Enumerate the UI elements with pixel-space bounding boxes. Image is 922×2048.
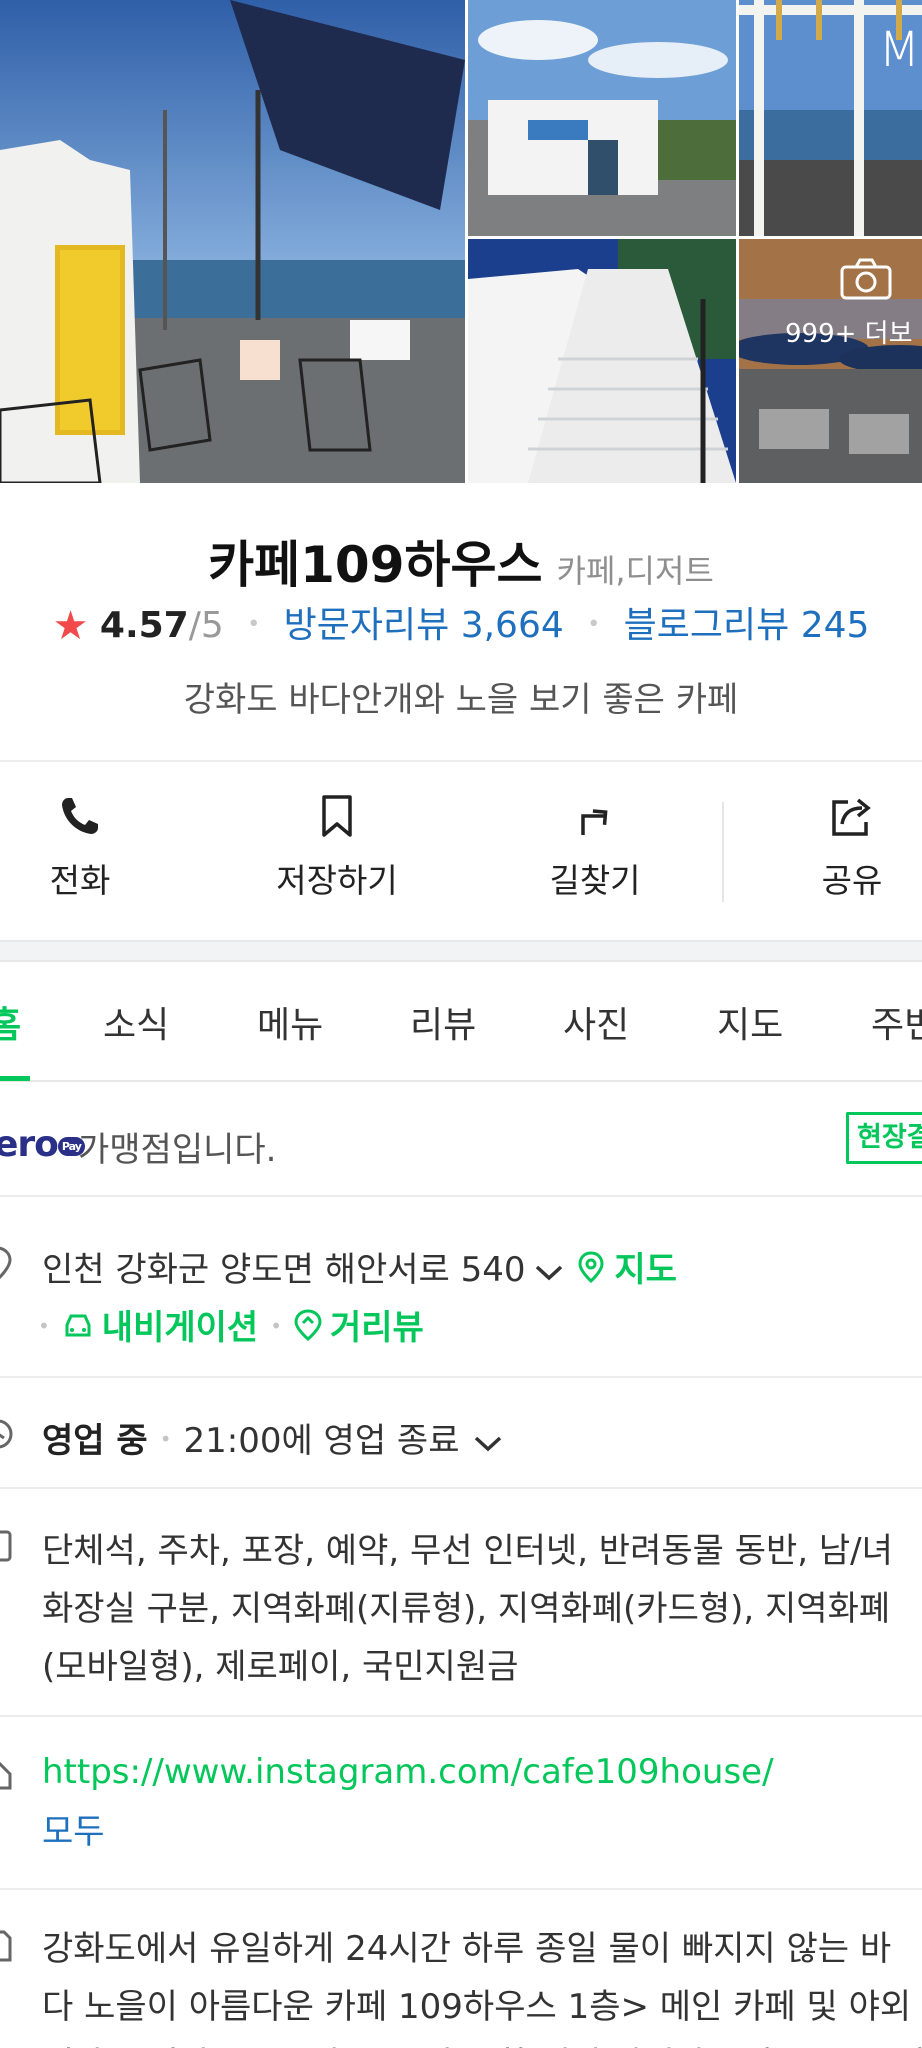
address-links-row: • 내비게이션 • 거리뷰 (38, 1300, 424, 1350)
separator-dot: • (247, 612, 261, 637)
description-line: 강화도에서 유일하게 24시간 하루 종일 물이 빠지지 않는 바 (42, 1929, 892, 1969)
separator-dot: • (587, 612, 601, 637)
tab-menu[interactable]: 메뉴 (257, 996, 323, 1048)
hours-row[interactable]: 영업 중 • 21:00에 영업 종료 (42, 1413, 503, 1463)
website-link[interactable]: https://www.instagram.com/cafe109house/ (42, 1742, 774, 1802)
separator-dot: • (159, 1427, 172, 1451)
franchise-text: 가맹점입니다. (78, 1130, 277, 1170)
section-separator (0, 940, 922, 962)
title-row: 카페109하우스 카페,디저트 (0, 525, 922, 597)
share-label: 공유 (821, 861, 883, 900)
amenities-line: 단체석, 주차, 포장, 예약, 무선 인터넷, 반려동물 동반, 남/녀 (42, 1531, 893, 1571)
save-button[interactable]: 저장하기 (247, 792, 427, 902)
corner-label: M (878, 22, 922, 78)
tab-photos[interactable]: 사진 (563, 996, 629, 1048)
tab-map[interactable]: 지도 (717, 996, 783, 1048)
place-category: 카페,디저트 (556, 552, 714, 590)
closing-time: 21:00에 영업 종료 (183, 1421, 460, 1461)
more-photos-label[interactable]: 999+ 더보 (785, 258, 913, 350)
divider (0, 1195, 922, 1197)
tab-news[interactable]: 소식 (103, 996, 169, 1048)
main-photo[interactable] (0, 0, 465, 483)
camera-icon (839, 257, 893, 301)
chevron-down-icon[interactable] (534, 1252, 564, 1292)
gallery-photo[interactable] (468, 0, 736, 236)
share-button[interactable]: 공유 (762, 792, 922, 902)
rating-value: 4.57 (99, 605, 189, 646)
directions-icon (505, 792, 685, 840)
map-link[interactable]: 지도 (614, 1250, 677, 1290)
directions-button[interactable]: 길찾기 (505, 792, 685, 902)
separator-dot: • (38, 1314, 50, 1338)
zeropay-logo: ero Pay (0, 1124, 85, 1165)
description-icon (0, 1928, 14, 1968)
description-line: 테라스 테이블 (10개 소요 가능 한 개별 좌석당) 2층 > 루프탑 (42, 2036, 922, 2048)
business-status: 영업 중 (42, 1421, 148, 1461)
location-icon (0, 1246, 12, 1286)
call-label: 전화 (49, 861, 111, 900)
visitor-reviews-link[interactable]: 방문자리뷰 3,664 (284, 605, 564, 646)
star-icon: ★ (52, 603, 89, 649)
call-button[interactable]: 전화 (0, 792, 170, 902)
photo-gallery: M 999+ 더보 (0, 0, 922, 483)
divider (0, 1888, 922, 1890)
gallery-photo[interactable]: M (739, 0, 922, 236)
separator-dot: • (270, 1314, 282, 1338)
tab-bar: 홈 소식 메뉴 리뷰 사진 지도 주변 (0, 962, 922, 1082)
amenities-text: 단체석, 주차, 포장, 예약, 무선 인터넷, 반려동물 동반, 남/녀 화장… (42, 1522, 893, 1696)
website-row: https://www.instagram.com/cafe109house/ … (42, 1742, 774, 1862)
tab-home[interactable]: 홈 (0, 996, 21, 1048)
place-name: 카페109하우스 (208, 536, 543, 594)
rating-max: /5 (188, 605, 224, 646)
blog-reviews-link[interactable]: 블로그리뷰 245 (624, 605, 870, 646)
phone-icon (0, 792, 170, 840)
streetview-link[interactable]: 거리뷰 (330, 1308, 424, 1348)
save-label: 저장하기 (276, 861, 398, 900)
divider (722, 802, 724, 902)
share-icon (762, 792, 922, 840)
place-tagline: 강화도 바다안개와 노을 보기 좋은 카페 (183, 680, 739, 720)
gallery-photo[interactable] (468, 239, 736, 483)
bookmark-icon (247, 792, 427, 840)
directions-label: 길찾기 (549, 861, 641, 900)
description-text: 강화도에서 유일하게 24시간 하루 종일 물이 빠지지 않는 바 다 노을이 … (42, 1920, 922, 2048)
tab-reviews[interactable]: 리뷰 (410, 996, 476, 1048)
all-links-button[interactable]: 모두 (42, 1802, 774, 1862)
more-photos-text: 999+ 더보 (785, 319, 913, 349)
action-bar: 전화 저장하기 길찾기 공유 (0, 762, 922, 940)
amenities-icon (0, 1528, 14, 1568)
chevron-down-icon[interactable] (473, 1423, 503, 1463)
divider (0, 1715, 922, 1717)
active-tab-indicator (0, 1076, 30, 1081)
gallery-photo-more[interactable]: 999+ 더보 (739, 239, 922, 483)
tab-nearby[interactable]: 주변 (871, 996, 922, 1048)
divider (0, 1487, 922, 1489)
amenities-line: 화장실 구분, 지역화폐(지류형), 지역화폐(카드형), 지역화폐 (42, 1589, 891, 1629)
clock-icon (0, 1417, 14, 1455)
address-row: 인천 강화군 양도면 해안서로 540 지도 (42, 1242, 677, 1292)
description-line: 다 노을이 아름다운 카페 109하우스 1층> 메인 카페 및 야외 (42, 1987, 912, 2027)
address-text: 인천 강화군 양도면 해안서로 540 (42, 1250, 526, 1290)
stats-row: ★ 4.57/5 • 방문자리뷰 3,664 • 블로그리뷰 245 (0, 596, 922, 649)
map-pin-icon (577, 1251, 604, 1292)
home-icon (0, 1758, 14, 1796)
amenities-line: (모바일형), 제로페이, 국민지원금 (42, 1647, 519, 1687)
car-icon (62, 1310, 94, 1350)
navigation-link[interactable]: 내비게이션 (102, 1308, 258, 1348)
onsite-payment-badge[interactable]: 현장결 (846, 1112, 922, 1164)
divider (0, 1376, 922, 1378)
streetview-icon (294, 1309, 322, 1350)
